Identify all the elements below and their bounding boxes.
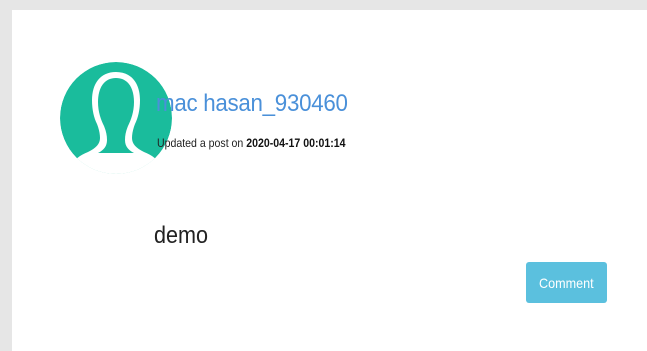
page-background: mac hasan_930460 Updated a post on 2020-… [0,0,647,351]
avatar [60,62,172,174]
action-text: Updated a post on [157,136,244,150]
comment-button[interactable]: Comment [526,262,607,303]
post-timestamp: 2020-04-17 00:01:14 [246,136,346,150]
comment-button-label: Comment [539,274,594,291]
post-content: demo [154,222,209,249]
post-card: mac hasan_930460 Updated a post on 2020-… [12,10,647,351]
post-meta: Updated a post on 2020-04-17 00:01:14 [157,136,345,150]
user-silhouette-icon [60,62,172,174]
author-name-link[interactable]: mac hasan_930460 [156,90,348,118]
